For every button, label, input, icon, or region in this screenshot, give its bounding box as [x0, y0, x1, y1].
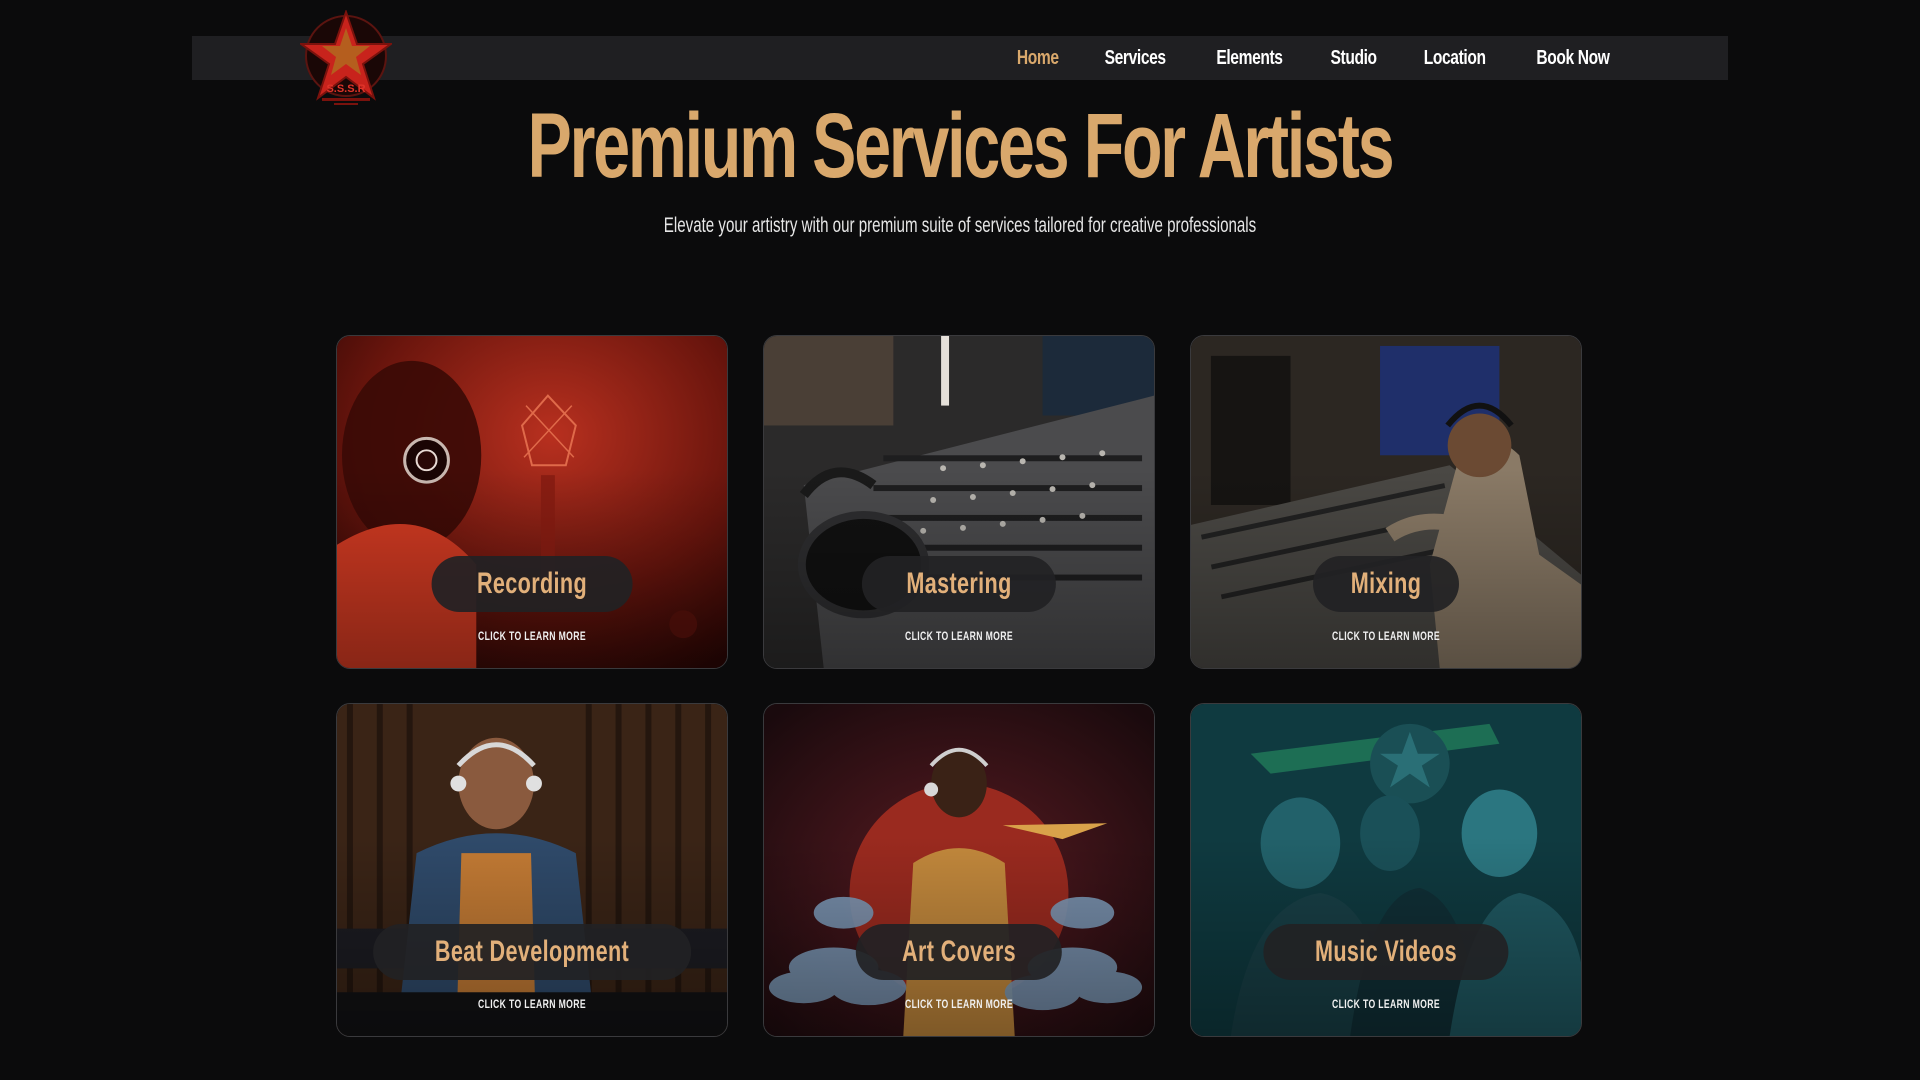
learn-more-link[interactable]: CLICK TO LEARN MORE — [392, 629, 673, 643]
service-card-beat-development[interactable]: Beat Development CLICK TO LEARN MORE — [336, 703, 728, 1037]
card-overlay — [1191, 704, 1581, 1036]
page-subtitle: Elevate your artistry with our premium s… — [663, 214, 1257, 237]
card-title-pill: Recording — [431, 556, 633, 612]
card-title-pill: Music Videos — [1263, 924, 1509, 980]
nav-home[interactable]: Home — [1017, 47, 1059, 70]
card-overlay — [337, 704, 727, 1036]
card-overlay — [764, 336, 1154, 668]
card-title-pill: Art Covers — [855, 924, 1063, 980]
card-title-pill: Mastering — [861, 556, 1057, 612]
card-title: Art Covers — [901, 935, 1017, 968]
page-title: Premium Services For Artists — [527, 95, 1395, 197]
learn-more-link[interactable]: CLICK TO LEARN MORE — [392, 997, 673, 1011]
learn-more-link[interactable]: CLICK TO LEARN MORE — [819, 629, 1100, 643]
card-overlay — [337, 336, 727, 668]
card-title-pill: Beat Development — [373, 924, 691, 980]
brand-logo[interactable]: S.S.S.R — [300, 10, 392, 108]
learn-more-link[interactable]: CLICK TO LEARN MORE — [1246, 629, 1527, 643]
learn-more-link[interactable]: CLICK TO LEARN MORE — [819, 997, 1100, 1011]
card-overlay — [764, 704, 1154, 1036]
service-card-art-covers[interactable]: Art Covers CLICK TO LEARN MORE — [763, 703, 1155, 1037]
nav-book-now[interactable]: Book Now — [1537, 47, 1611, 70]
service-card-recording[interactable]: Recording CLICK TO LEARN MORE — [336, 335, 728, 669]
service-card-music-videos[interactable]: Music Videos CLICK TO LEARN MORE — [1190, 703, 1582, 1037]
top-navbar: Home Services Elements Studio Location B… — [192, 36, 1728, 80]
card-title: Mastering — [906, 567, 1012, 600]
nav-services[interactable]: Services — [1105, 47, 1166, 70]
card-overlay — [1191, 336, 1581, 668]
learn-more-link[interactable]: CLICK TO LEARN MORE — [1246, 997, 1527, 1011]
svg-text:S.S.S.R: S.S.S.R — [326, 83, 365, 95]
card-title-pill: Mixing — [1313, 556, 1459, 612]
nav-location[interactable]: Location — [1424, 47, 1486, 70]
services-page: Home Services Elements Studio Location B… — [0, 0, 1920, 1080]
nav-studio[interactable]: Studio — [1330, 47, 1377, 70]
nav-elements[interactable]: Elements — [1216, 47, 1283, 70]
nav-links: Home Services Elements Studio Location B… — [1011, 36, 1620, 80]
service-card-mastering[interactable]: Mastering CLICK TO LEARN MORE — [763, 335, 1155, 669]
service-card-mixing[interactable]: Mixing CLICK TO LEARN MORE — [1190, 335, 1582, 669]
card-title: Recording — [476, 567, 588, 600]
card-title: Music Videos — [1315, 935, 1457, 968]
star-logo-icon: S.S.S.R — [300, 10, 392, 105]
card-title: Beat Development — [434, 935, 630, 968]
card-title: Mixing — [1350, 567, 1422, 600]
